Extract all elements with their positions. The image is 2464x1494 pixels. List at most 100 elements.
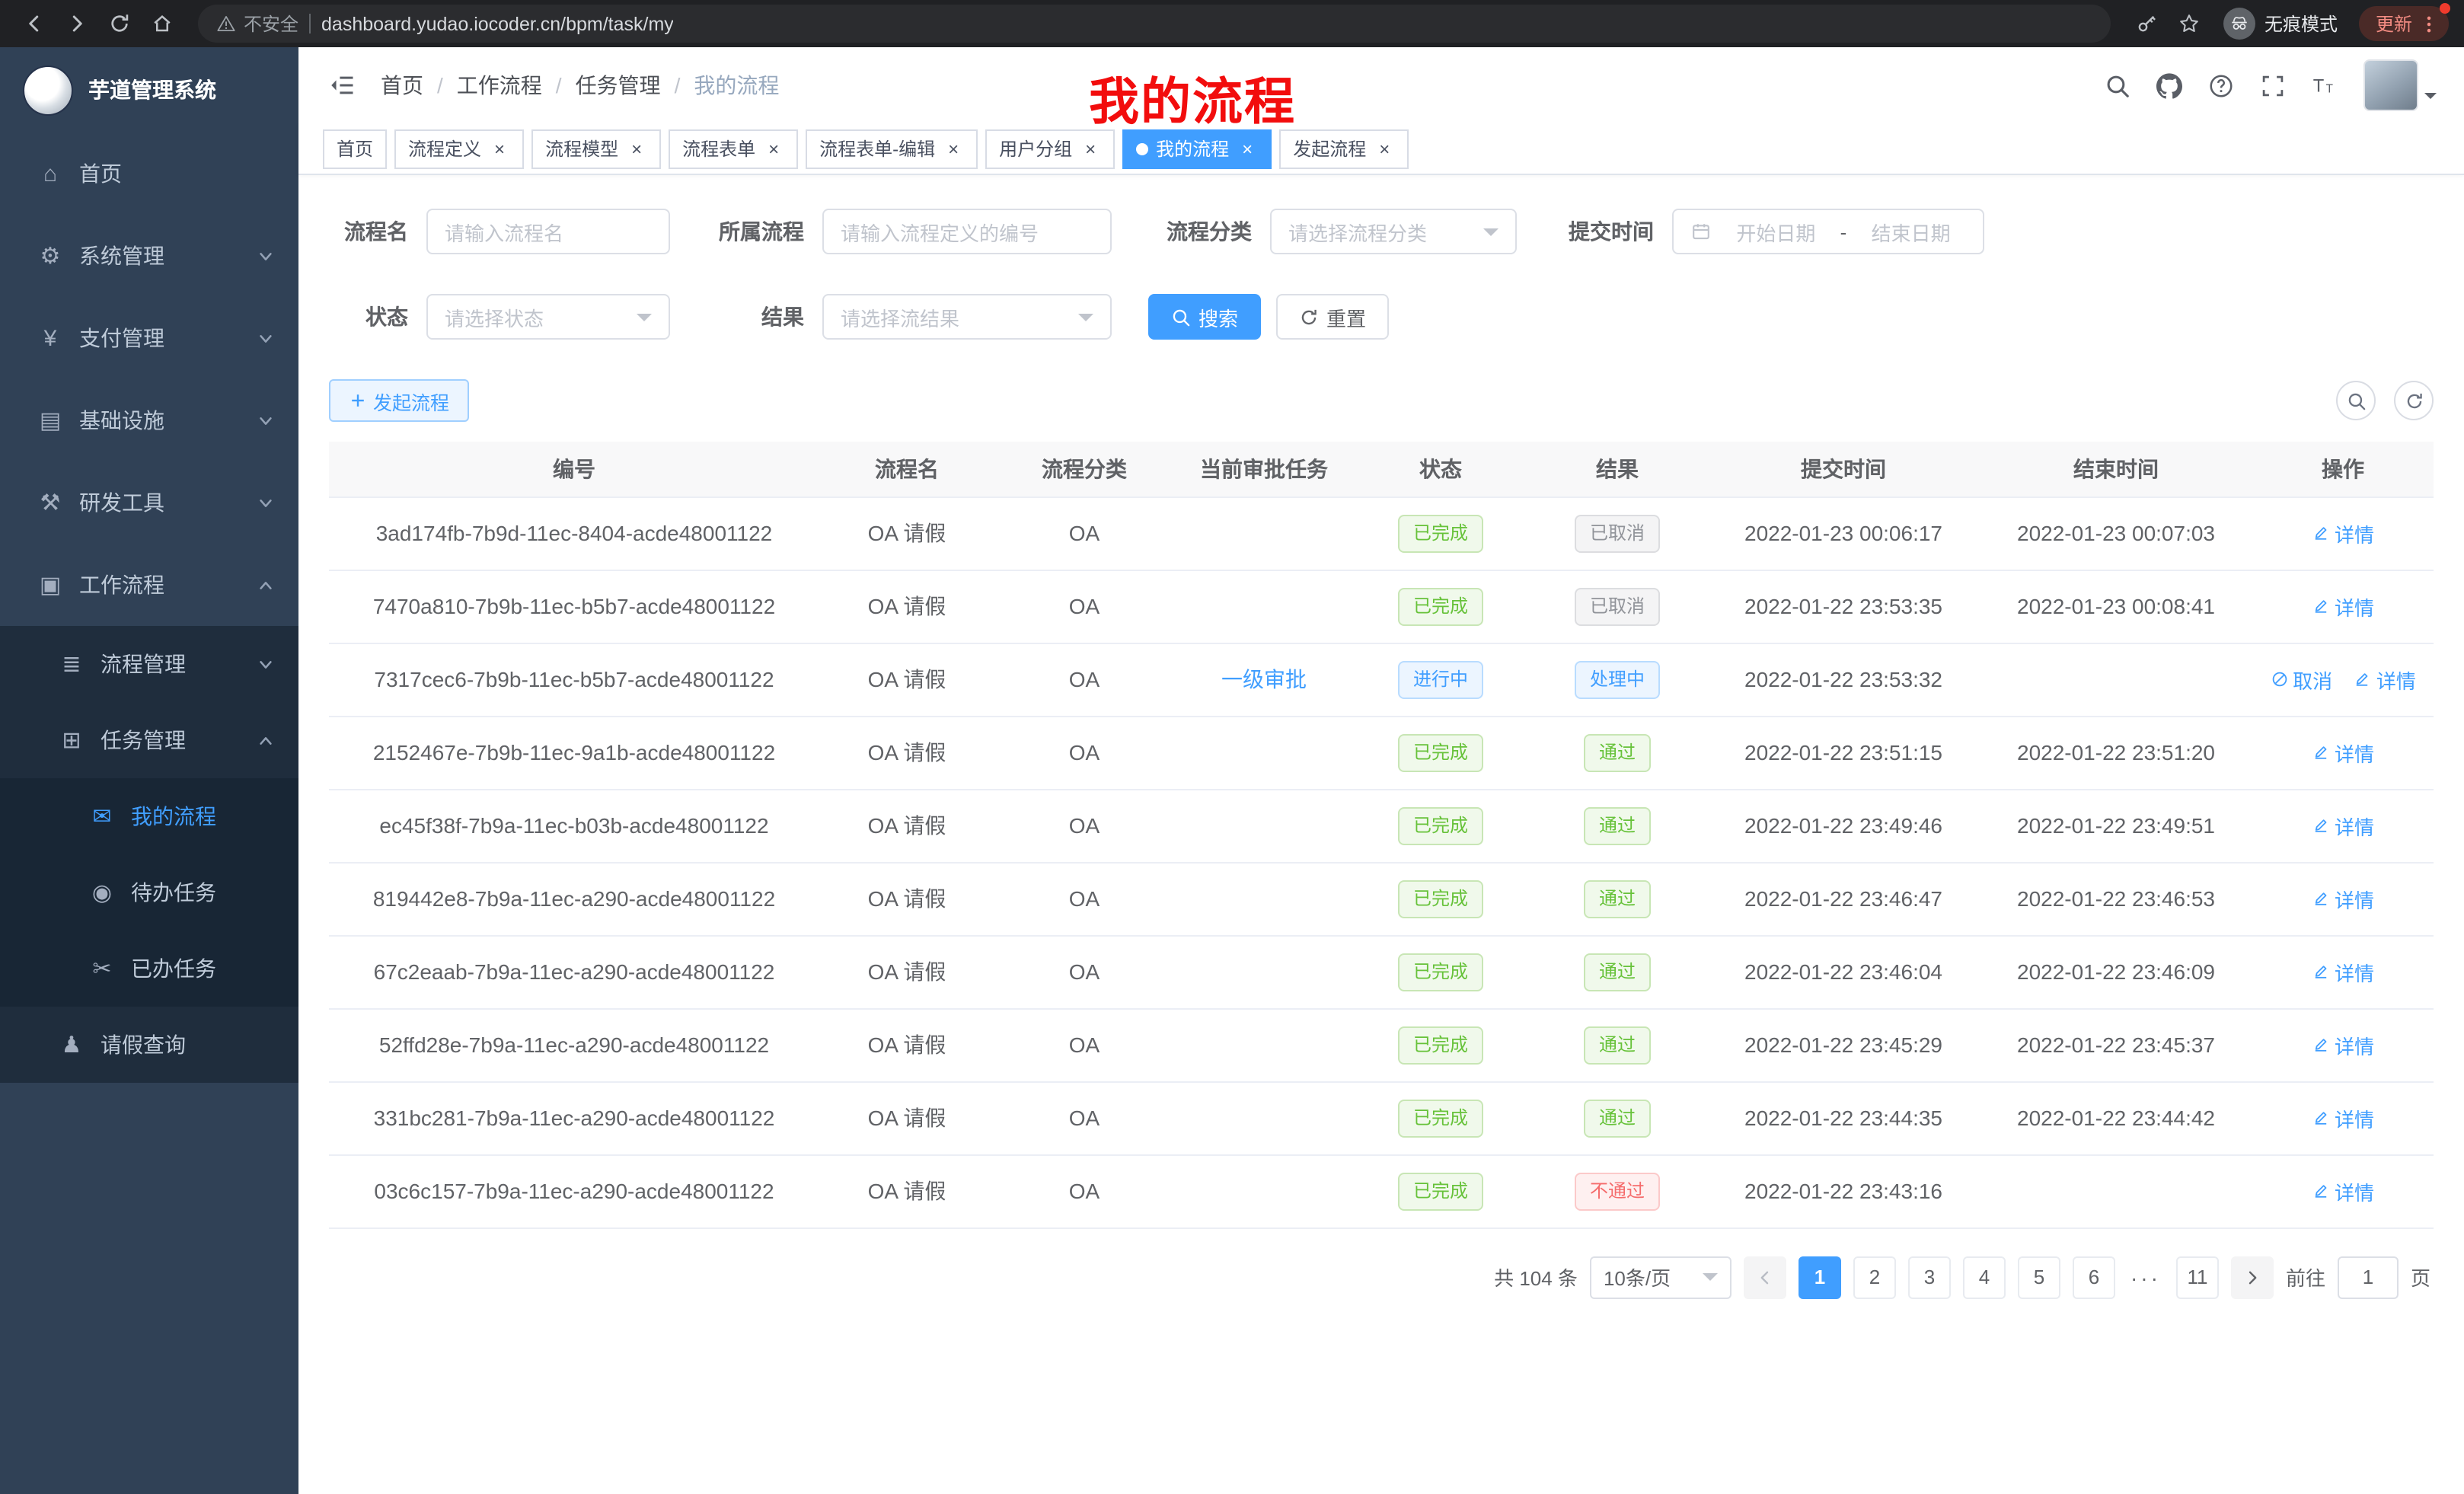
sidebar-item-process-management[interactable]: ≣ 流程管理 (0, 626, 298, 702)
tab-home[interactable]: 首页 (323, 129, 387, 168)
category-select[interactable]: 请选择流程分类 (1270, 209, 1517, 254)
sidebar-item-leave-query[interactable]: ♟ 请假查询 (0, 1007, 298, 1083)
cell-submit-time: 2022-01-22 23:49:46 (1707, 789, 1980, 862)
cell-end-time: 2022-01-22 23:45:37 (1980, 1008, 2252, 1081)
sidebar-item-payment[interactable]: ¥ 支付管理 (0, 297, 298, 379)
submit-time-range-picker[interactable]: 开始日期 - 结束日期 (1672, 209, 1984, 254)
pagination-page-button[interactable]: 5 (2018, 1256, 2060, 1298)
warning-icon (216, 14, 236, 34)
breadcrumb-item[interactable]: 工作流程 (457, 70, 542, 101)
process-name-input[interactable]: 请输入流程名 (426, 209, 670, 254)
pagination-page-button[interactable]: 11 (2176, 1256, 2219, 1298)
process-def-input[interactable]: 请输入流程定义的编号 (822, 209, 1112, 254)
browser-forward-button[interactable] (58, 5, 94, 42)
tab-process-definition[interactable]: 流程定义× (394, 129, 524, 168)
refresh-table-button[interactable] (2394, 381, 2434, 420)
address-bar[interactable]: 不安全 dashboard.yudao.iocoder.cn/bpm/task/… (198, 5, 2111, 43)
sidebar-fold-icon[interactable] (329, 72, 356, 99)
chevron-down-icon (2424, 93, 2437, 105)
current-task-link[interactable]: 一级审批 (1221, 667, 1307, 691)
sidebar-item-task-management[interactable]: ⊞ 任务管理 (0, 702, 298, 778)
password-key-icon[interactable] (2129, 5, 2166, 42)
edit-icon (2312, 597, 2330, 615)
detail-button[interactable]: 详情 (2312, 592, 2374, 621)
detail-button[interactable]: 详情 (2312, 519, 2374, 547)
detail-button[interactable]: 详情 (2312, 1030, 2374, 1059)
cancel-button[interactable]: 取消 (2270, 665, 2332, 694)
kebab-menu-icon[interactable] (2418, 13, 2440, 34)
detail-button[interactable]: 详情 (2312, 1176, 2374, 1205)
date-start-input[interactable]: 开始日期 (1721, 217, 1831, 246)
tags-view-bar: 首页 流程定义× 流程模型× 流程表单× 流程表单-编辑× 用户分组× 我的流程… (298, 123, 2464, 175)
help-icon[interactable] (2208, 72, 2234, 98)
detail-button[interactable]: 详情 (2354, 665, 2416, 694)
process-management-icon: ≣ (55, 650, 88, 678)
detail-button[interactable]: 详情 (2312, 811, 2374, 840)
detail-button[interactable]: 详情 (2312, 884, 2374, 913)
tab-user-group[interactable]: 用户分组× (985, 129, 1115, 168)
tab-process-form-edit[interactable]: 流程表单-编辑× (806, 129, 978, 168)
close-icon[interactable]: × (763, 138, 784, 159)
detail-button[interactable]: 详情 (2312, 1103, 2374, 1132)
sidebar-item-home[interactable]: ⌂ 首页 (0, 132, 298, 215)
page-size-select[interactable]: 10条/页 (1590, 1256, 1732, 1298)
github-icon[interactable] (2156, 72, 2182, 98)
search-icon[interactable] (2105, 72, 2130, 98)
close-icon[interactable]: × (1374, 138, 1395, 159)
goto-page-input[interactable]: 1 (2338, 1256, 2399, 1298)
detail-button[interactable]: 详情 (2312, 738, 2374, 767)
search-button[interactable]: 搜索 (1148, 294, 1261, 340)
page-title-annotation: 我的流程 (1089, 61, 1296, 134)
pagination: 共 104 条 10条/页 1 2 3 4 5 6 ··· 11 前往 (329, 1256, 2434, 1298)
pagination-page-button[interactable]: 6 (2073, 1256, 2115, 1298)
close-icon[interactable]: × (943, 138, 964, 159)
sidebar-item-dev-tools[interactable]: ⚒ 研发工具 (0, 461, 298, 544)
sidebar-item-label: 流程管理 (101, 649, 186, 679)
cell-end-time: 2022-01-23 00:08:41 (1980, 570, 2252, 643)
workflow-icon: ▣ (34, 571, 67, 599)
pagination-page-button[interactable]: 4 (1963, 1256, 2006, 1298)
result-select[interactable]: 请选择流结果 (822, 294, 1112, 340)
status-select[interactable]: 请选择状态 (426, 294, 670, 340)
font-size-icon[interactable] (2312, 72, 2338, 98)
browser-back-button[interactable] (15, 5, 52, 42)
pagination-page-button[interactable]: 1 (1799, 1256, 1841, 1298)
pagination-prev-button[interactable] (1744, 1256, 1786, 1298)
sidebar-item-system[interactable]: ⚙ 系统管理 (0, 215, 298, 297)
sidebar-item-my-process[interactable]: ✉ 我的流程 (0, 778, 298, 854)
sidebar-item-done-task[interactable]: ✂ 已办任务 (0, 931, 298, 1007)
detail-button[interactable]: 详情 (2312, 957, 2374, 986)
reset-button[interactable]: 重置 (1276, 294, 1389, 340)
avatar[interactable] (2363, 59, 2418, 111)
tab-my-process[interactable]: 我的流程× (1122, 129, 1272, 168)
sidebar-item-workflow[interactable]: ▣ 工作流程 (0, 544, 298, 626)
close-icon[interactable]: × (626, 138, 647, 159)
sidebar-item-infrastructure[interactable]: ▤ 基础设施 (0, 379, 298, 461)
fullscreen-icon[interactable] (2260, 72, 2286, 98)
tab-process-model[interactable]: 流程模型× (531, 129, 661, 168)
toggle-search-button[interactable] (2336, 381, 2376, 420)
browser-update-chip[interactable]: 更新 (2359, 6, 2449, 41)
table-toolbar: 发起流程 (329, 379, 2434, 422)
start-process-button[interactable]: 发起流程 (329, 379, 469, 422)
breadcrumb-item[interactable]: 首页 (381, 70, 423, 101)
status-badge: 进行中 (1398, 660, 1483, 698)
bookmark-star-icon[interactable] (2172, 5, 2208, 42)
pagination-next-button[interactable] (2231, 1256, 2274, 1298)
not-secure-warning[interactable]: 不安全 (216, 11, 298, 37)
close-icon[interactable]: × (1237, 138, 1258, 159)
cell-result: 已取消 (1527, 496, 1707, 570)
user-menu[interactable] (2363, 59, 2437, 111)
browser-reload-button[interactable] (101, 5, 137, 42)
close-icon[interactable]: × (1080, 138, 1101, 159)
date-end-input[interactable]: 结束日期 (1856, 217, 1966, 246)
close-icon[interactable]: × (489, 138, 510, 159)
pagination-page-button[interactable]: 2 (1853, 1256, 1896, 1298)
breadcrumb-item[interactable]: 任务管理 (576, 70, 661, 101)
pagination-page-button[interactable]: 3 (1908, 1256, 1951, 1298)
tab-process-form[interactable]: 流程表单× (669, 129, 798, 168)
browser-home-button[interactable] (143, 5, 180, 42)
tab-start-process[interactable]: 发起流程× (1279, 129, 1409, 168)
pagination-more-button[interactable]: ··· (2127, 1265, 2164, 1289)
sidebar-item-todo-task[interactable]: ◉ 待办任务 (0, 854, 298, 931)
